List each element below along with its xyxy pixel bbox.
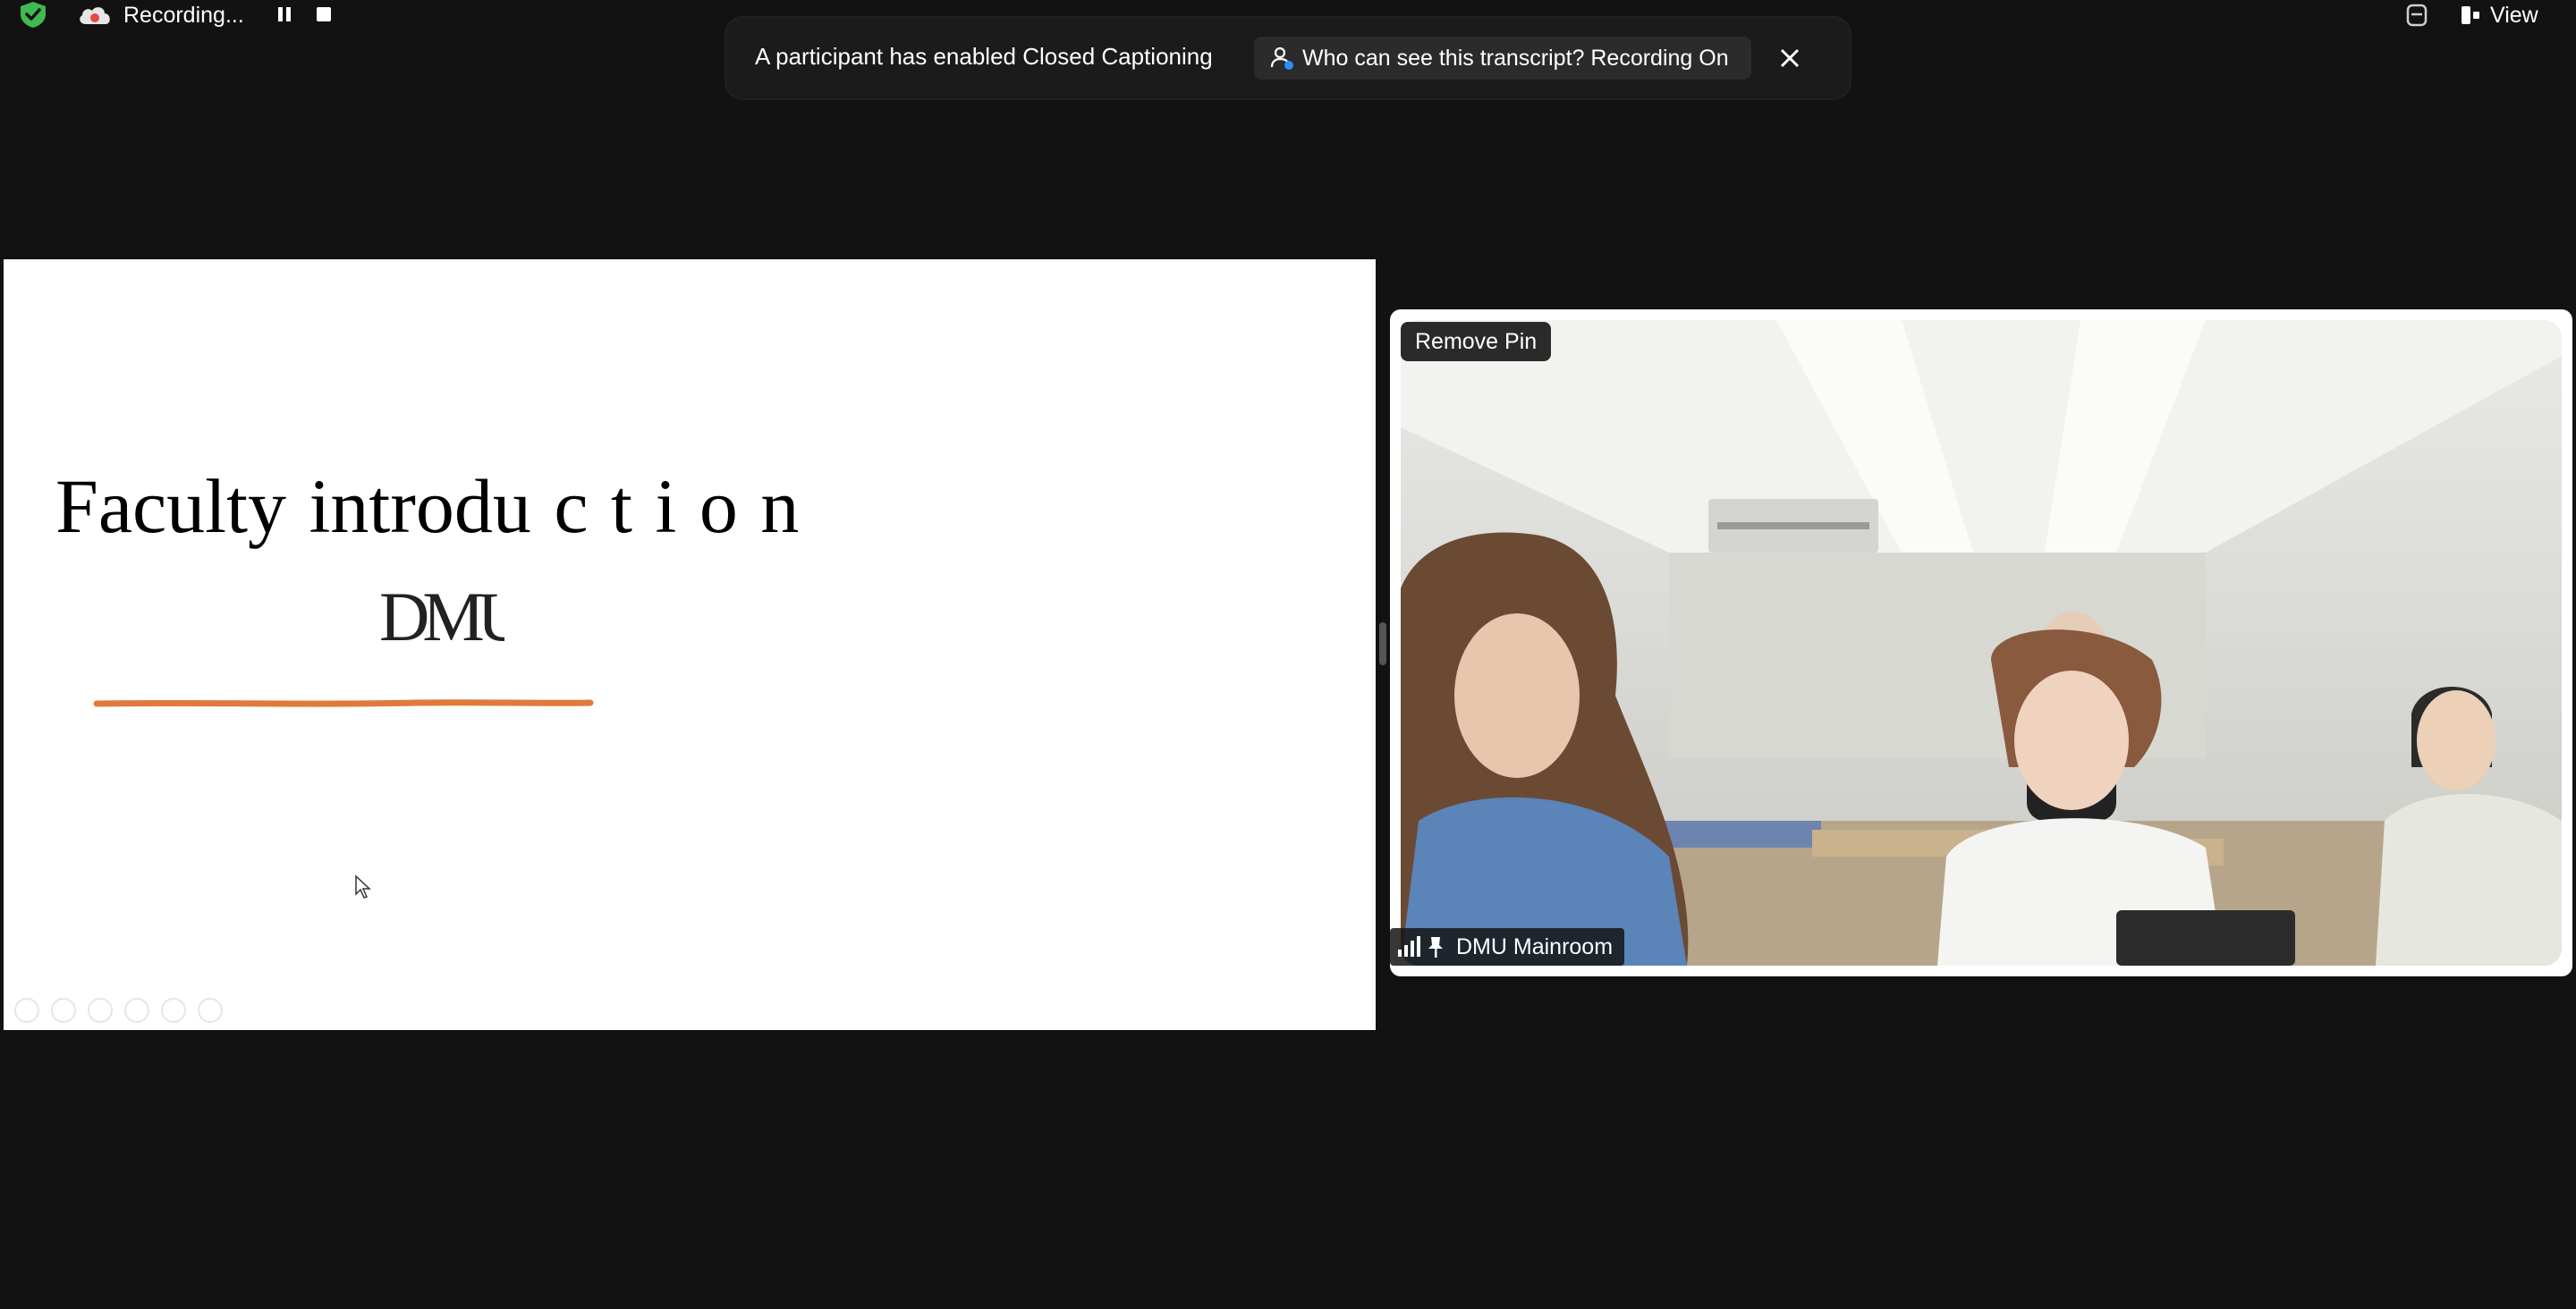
pen-icon[interactable] [88,998,113,1023]
view-button[interactable]: View [2460,0,2558,30]
copy-icon[interactable] [124,998,149,1023]
dmu-logo: DMU [379,579,504,651]
mouse-cursor-icon [355,874,371,899]
remove-pin-label: Remove Pin [1415,328,1538,354]
shared-screen-slide: Faculty introdu c t i o n DMU [4,259,1376,1030]
recording-indicator[interactable]: Recording... [70,0,347,30]
signal-icon [1398,936,1420,957]
zoom-icon[interactable] [161,998,186,1023]
dmu-logo-text: DMU [379,579,504,651]
cloud-recording-icon [80,7,110,24]
previous-icon[interactable] [14,998,39,1023]
participant-name-tag: DMU Mainroom [1390,928,1624,966]
captioning-message: A participant has enabled Closed Caption… [755,43,1213,70]
view-label: View [2490,2,2538,28]
captioning-notification-banner: A participant has enabled Closed Caption… [726,18,1850,98]
more-icon[interactable] [198,998,223,1023]
transcript-stack-icon[interactable] [2402,0,2431,30]
remove-pin-tooltip[interactable]: Remove Pin [1401,322,1552,361]
recording-label: Recording... [123,2,244,28]
next-icon[interactable] [51,998,76,1023]
pause-icon[interactable] [274,4,295,25]
pin-icon [1428,937,1443,958]
pinned-video-tile[interactable]: Remove Pin DMU Mainroom [1390,309,2572,976]
view-layout-icon [2462,6,2479,24]
participant-name: DMU Mainroom [1456,933,1614,959]
transcript-visibility-label: Who can see this transcript? Recording O… [1302,45,1729,71]
slide-toolbar [14,998,223,1023]
stop-icon[interactable] [313,4,335,25]
transcript-visibility-button[interactable]: Who can see this transcript? Recording O… [1254,37,1751,80]
security-shield-icon[interactable] [16,0,50,29]
person-icon [1270,46,1293,70]
split-resize-handle[interactable] [1379,622,1386,665]
close-icon[interactable] [1775,43,1805,73]
participant-video-feed [1401,320,2562,966]
slide-underline [93,699,594,707]
slide-title: Faculty introdu c t i o n [55,463,800,549]
